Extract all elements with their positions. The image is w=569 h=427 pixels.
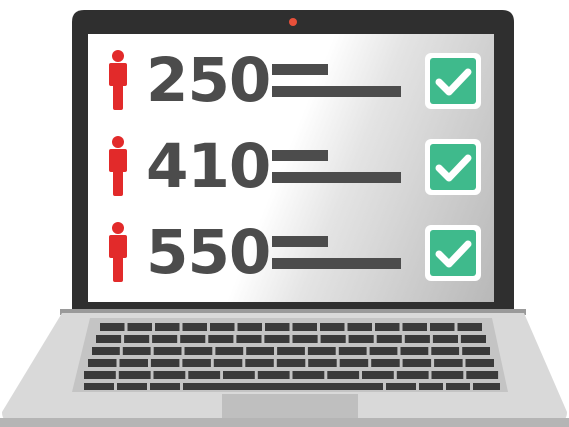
keyboard-key [223, 371, 255, 379]
placeholder-line-short [272, 150, 328, 161]
keyboard-key [210, 323, 235, 331]
keyboard-key [184, 347, 213, 355]
list-item: 410 [88, 132, 494, 202]
keyboard-key [213, 359, 243, 367]
keyboard-key [182, 323, 207, 331]
keyboard-key [431, 371, 464, 379]
person-icon [109, 222, 127, 282]
keyboard-key [431, 347, 460, 355]
keyboard-key [183, 383, 383, 390]
keyboard-key [462, 347, 490, 355]
keyboard-key [182, 359, 211, 367]
keyboard-key [100, 323, 125, 331]
keyboard-key [215, 347, 244, 355]
keyboard-key [402, 323, 427, 331]
count-value: 410 [146, 131, 271, 202]
keyboard-key [320, 335, 346, 343]
keyboard-key [375, 323, 400, 331]
keyboard-key [245, 359, 274, 367]
keyboard-key [460, 335, 486, 343]
keyboard-key [264, 335, 290, 343]
keyboard-key [117, 383, 147, 390]
keyboard-key [371, 359, 400, 367]
keyboard-key [292, 335, 318, 343]
keyboard-key [292, 323, 317, 331]
placeholder-line-long [272, 172, 401, 183]
placeholder-line-long [272, 258, 401, 269]
keyboard-key [276, 359, 306, 367]
keyboard-key [307, 347, 336, 355]
keyboard-key [386, 383, 416, 390]
count-value: 250 [146, 45, 271, 116]
keyboard-key [402, 359, 432, 367]
keyboard-key [376, 335, 402, 343]
person-icon [109, 136, 127, 196]
keyboard-key [153, 347, 182, 355]
keyboard-key [124, 335, 150, 343]
keyboard-key [84, 371, 116, 379]
placeholder-line-short [272, 236, 328, 247]
keyboard-key [155, 323, 180, 331]
laptop-front-edge [0, 418, 569, 427]
checkbox-checked-icon[interactable] [424, 138, 482, 196]
checkbox-checked-icon[interactable] [424, 224, 482, 282]
keyboard-key [265, 323, 290, 331]
keyboard-key [457, 323, 482, 331]
keyboard-key [150, 383, 180, 390]
keyboard-key [208, 335, 234, 343]
keyboard-key [92, 347, 120, 355]
keyboard-key [473, 383, 500, 390]
keyboard-key [277, 347, 305, 355]
placeholder-line-long [272, 86, 401, 97]
keyboard-key [348, 335, 374, 343]
placeholder-line-short [272, 64, 328, 75]
checkbox-checked-icon[interactable] [424, 52, 482, 110]
keyboard-key [127, 323, 152, 331]
keyboard-key [188, 371, 221, 379]
keyboard-key [119, 359, 148, 367]
keyboard-key [118, 371, 151, 379]
keyboard-key [308, 359, 337, 367]
list-item: 550 [88, 218, 494, 288]
keyboard-key [446, 383, 470, 390]
keyboard-key [257, 371, 290, 379]
keyboard-key [84, 383, 114, 390]
keyboard-key [88, 359, 117, 367]
keyboard-key [432, 335, 458, 343]
keyboard-key [338, 347, 367, 355]
keyboard-key [292, 371, 325, 379]
laptop-screen: 250 410 550 [88, 34, 494, 302]
camera-icon [289, 18, 297, 26]
keyboard-key [347, 323, 372, 331]
keyboard-key [434, 359, 463, 367]
keyboard-key [339, 359, 369, 367]
keyboard-key [320, 323, 345, 331]
keyboard-key [150, 359, 180, 367]
keyboard-key [404, 335, 430, 343]
count-value: 550 [146, 217, 271, 288]
keyboard-key [362, 371, 394, 379]
keyboard-key [236, 335, 262, 343]
keyboard-key [246, 347, 274, 355]
keyboard-key [122, 347, 151, 355]
keyboard-key [419, 383, 443, 390]
keyboard-key [152, 335, 178, 343]
keyboard-key [327, 371, 360, 379]
keyboard-key [396, 371, 429, 379]
keyboard-key [400, 347, 429, 355]
keyboard-key [180, 335, 206, 343]
list-item: 250 [88, 46, 494, 116]
keyboard-key [237, 323, 262, 331]
keyboard-key [465, 359, 494, 367]
keyboard-key [96, 335, 122, 343]
keyboard-key [369, 347, 398, 355]
keyboard-key [466, 371, 499, 379]
keyboard-key [430, 323, 455, 331]
keyboard-key [153, 371, 186, 379]
person-icon [109, 50, 127, 110]
